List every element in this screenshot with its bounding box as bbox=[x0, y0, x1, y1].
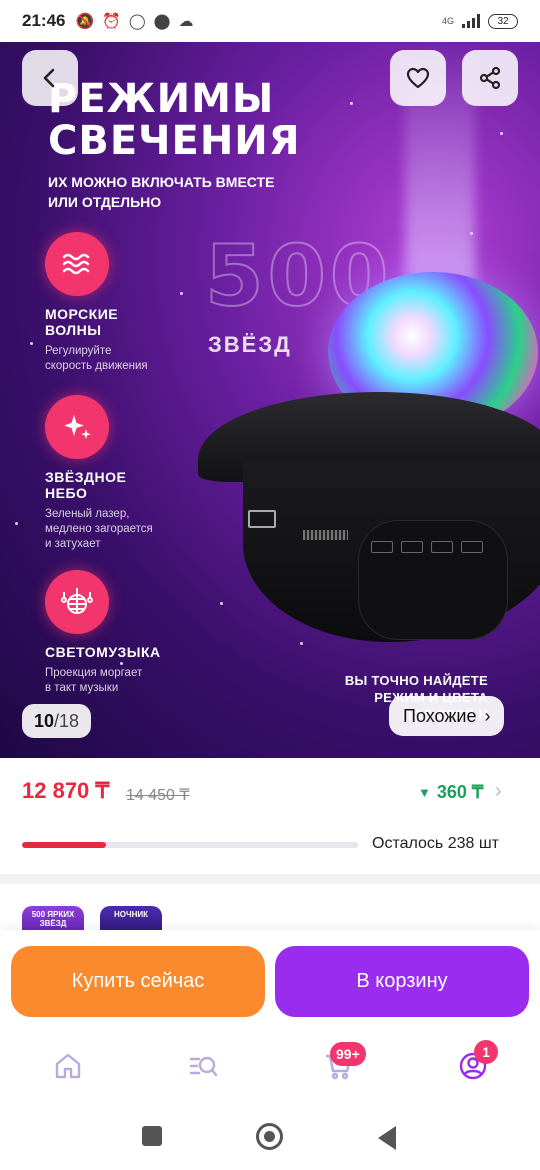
similar-products-button[interactable]: Похожие › bbox=[389, 696, 505, 736]
cart-count-badge: 99+ bbox=[330, 1042, 366, 1066]
catalog-search-icon bbox=[189, 1056, 218, 1077]
feature-title: ЗВЁЗДНОЕ НЕБО bbox=[45, 469, 215, 501]
old-price: 14 450 ₸ bbox=[126, 787, 190, 804]
feature-desc-line: скорость движения bbox=[45, 360, 148, 372]
variant-thumbnail-label: НОЧНИК bbox=[113, 910, 149, 919]
bottom-navigation: 99+ 1 bbox=[0, 1030, 540, 1106]
price-drop-amount: 360 ₸ bbox=[436, 782, 484, 802]
dnd-icon: 🔕 bbox=[75, 13, 95, 30]
hero-subtitle-line: ИХ МОЖНО ВКЛЮЧАТЬ ВМЕСТЕ bbox=[48, 174, 275, 190]
home-button[interactable] bbox=[256, 1123, 283, 1150]
current-price: 12 870 ₸ bbox=[22, 778, 110, 803]
nav-catalog-search[interactable] bbox=[185, 1048, 221, 1084]
chevron-right-icon[interactable]: › bbox=[495, 780, 502, 803]
recent-apps-button[interactable] bbox=[142, 1126, 162, 1146]
projector-illustration bbox=[198, 272, 540, 652]
share-button[interactable] bbox=[462, 50, 518, 106]
feature-description: Зеленый лазер, медлено загорается и зату… bbox=[45, 507, 215, 552]
status-notification-icons: 🔕 ⏰ ◯ ⬤ ☁ bbox=[75, 12, 193, 30]
arrow-down-icon: ▼ bbox=[418, 785, 431, 800]
cloud-icon: ☁ bbox=[178, 13, 194, 30]
product-image-gallery[interactable]: 500 ЗВЁЗД РЕЖИМЫ СВЕЧЕНИЯ ИХ МОЖНО ВКЛЮЧ… bbox=[0, 42, 540, 758]
feature-starry-sky: ЗВЁЗДНОЕ НЕБО Зеленый лазер, медлено заг… bbox=[45, 395, 215, 552]
usb-port bbox=[248, 510, 276, 528]
feature-light-music: СВЕТОМУЗЫКА Проекция моргает в такт музы… bbox=[45, 570, 215, 696]
image-counter: 10 / 18 bbox=[22, 704, 92, 738]
stock-progress-bar bbox=[22, 842, 358, 848]
battery-icon: 32 bbox=[488, 13, 518, 29]
back-button[interactable] bbox=[22, 50, 78, 106]
feature-title-line: СВЕТОМУЗЫКА bbox=[45, 644, 161, 660]
chevron-left-icon bbox=[43, 68, 55, 88]
feature-sea-waves: МОРСКИЕ ВОЛНЫ Регулируйте скорость движе… bbox=[45, 232, 215, 374]
panel-buttons bbox=[371, 541, 483, 553]
feature-desc-line: Зеленый лазер, bbox=[45, 508, 130, 520]
back-system-button[interactable] bbox=[378, 1126, 396, 1150]
signal-icon bbox=[462, 14, 480, 28]
brightness-dial bbox=[303, 530, 348, 540]
disco-ball-icon bbox=[45, 570, 109, 634]
alarm-icon: ⏰ bbox=[102, 13, 121, 30]
price-drop-badge[interactable]: ▼ 360 ₸ bbox=[418, 782, 483, 803]
feature-desc-line: Регулируйте bbox=[45, 345, 112, 357]
purchase-actions: Купить сейчас В корзину bbox=[0, 930, 540, 1030]
feature-title-line: МОРСКИЕ bbox=[45, 306, 119, 322]
profile-notification-badge: 1 bbox=[474, 1040, 498, 1064]
feature-title: СВЕТОМУЗЫКА bbox=[45, 644, 215, 660]
stars-count-word: ЗВЁЗД bbox=[208, 332, 292, 357]
status-time: 21:46 bbox=[22, 11, 66, 30]
stock-progress-fill bbox=[22, 842, 106, 848]
feature-description: Регулируйте скорость движения bbox=[45, 344, 215, 374]
feature-desc-line: Проекция моргает bbox=[45, 667, 143, 679]
price-card: 12 870 ₸ 14 450 ₸ ▼ 360 ₸ › Осталось 238… bbox=[0, 758, 540, 874]
chevron-right-icon: › bbox=[484, 705, 491, 726]
image-counter-total: 18 bbox=[59, 710, 80, 731]
hero-title: РЕЖИМЫ СВЕЧЕНИЯ bbox=[48, 78, 301, 162]
status-bar: 21:46 🔕 ⏰ ◯ ⬤ ☁ 4G 32 bbox=[0, 0, 540, 42]
hero-title-line: РЕЖИМЫ bbox=[48, 76, 275, 122]
section-divider bbox=[0, 874, 540, 884]
whatsapp-icon: ◯ bbox=[128, 13, 146, 30]
status-system-icons: 4G 32 bbox=[441, 13, 518, 29]
nav-home[interactable] bbox=[50, 1048, 86, 1084]
caption-line: ВЫ ТОЧНО НАЙДЕТЕ bbox=[344, 673, 488, 688]
image-counter-current: 10 bbox=[34, 710, 55, 731]
feature-desc-line: медлено загорается bbox=[45, 523, 153, 535]
favorite-button[interactable] bbox=[390, 50, 446, 106]
sparkle-icon bbox=[45, 395, 109, 459]
add-to-cart-button[interactable]: В корзину bbox=[275, 946, 529, 1017]
network-type: 4G bbox=[441, 15, 454, 26]
stock-remaining: Осталось 238 шт bbox=[372, 835, 499, 852]
feature-title: МОРСКИЕ ВОЛНЫ bbox=[45, 306, 215, 338]
hero-title-line: СВЕЧЕНИЯ bbox=[48, 118, 301, 164]
feature-title-line: ЗВЁЗДНОЕ bbox=[45, 469, 127, 485]
location-icon: ⬤ bbox=[153, 13, 171, 30]
feature-description: Проекция моргает в такт музыки bbox=[45, 666, 215, 696]
variant-thumbnail-label: 500 ЯРКИХ ЗВЁЗД bbox=[31, 910, 75, 928]
hero-subtitle: ИХ МОЖНО ВКЛЮЧАТЬ ВМЕСТЕ ИЛИ ОТДЕЛЬНО bbox=[48, 172, 368, 212]
control-panel bbox=[358, 520, 508, 640]
home-icon bbox=[55, 1053, 81, 1079]
similar-label: Похожие bbox=[403, 705, 477, 726]
waves-icon bbox=[45, 232, 109, 296]
feature-title-line: ВОЛНЫ bbox=[45, 322, 102, 338]
feature-desc-line: в такт музыки bbox=[45, 682, 119, 694]
heart-icon bbox=[406, 67, 430, 89]
feature-desc-line: и затухает bbox=[45, 538, 101, 550]
product-screen: 21:46 🔕 ⏰ ◯ ⬤ ☁ 4G 32 500 ЗВЁЗД РЕЖИМЫ С… bbox=[0, 0, 540, 1170]
share-icon bbox=[479, 66, 501, 90]
buy-now-button[interactable]: Купить сейчас bbox=[11, 946, 265, 1017]
hero-subtitle-line: ИЛИ ОТДЕЛЬНО bbox=[48, 194, 162, 210]
system-navigation-bar bbox=[0, 1106, 540, 1170]
feature-title-line: НЕБО bbox=[45, 485, 88, 501]
